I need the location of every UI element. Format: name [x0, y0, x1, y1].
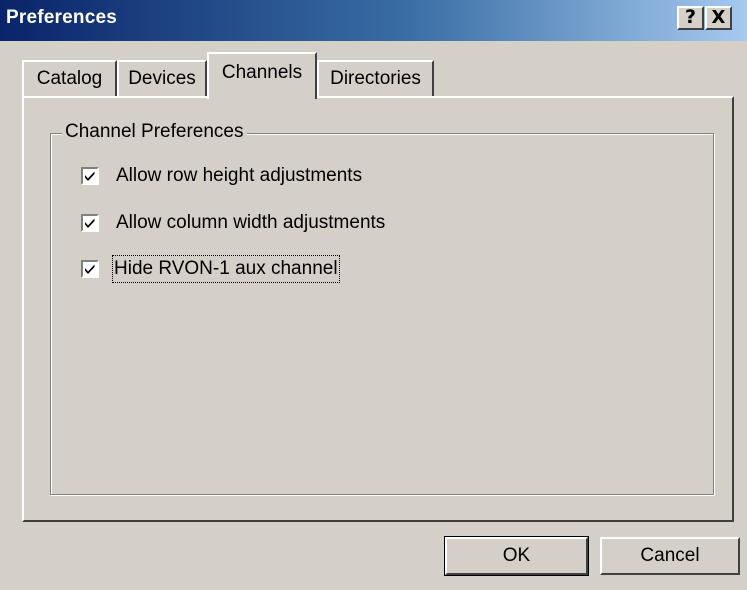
tab-channels[interactable]: Channels — [207, 52, 317, 99]
channel-preferences-group: Channel Preferences Allow row height adj… — [50, 121, 714, 495]
ok-button[interactable]: OK — [444, 536, 589, 576]
cancel-button[interactable]: Cancel — [600, 537, 740, 575]
tab-label: Directories — [330, 68, 421, 89]
checkbox-column-width[interactable] — [81, 214, 99, 232]
tab-catalog[interactable]: Catalog — [22, 60, 117, 98]
tab-label: Catalog — [36, 68, 103, 89]
tab-label: Channels — [221, 62, 303, 83]
preferences-dialog: Preferences ? X Catalog Devices Channels… — [0, 0, 747, 590]
tab-panel-channels: Channel Preferences Allow row height adj… — [22, 96, 734, 522]
tab-label: Devices — [128, 68, 196, 89]
checkmark-icon — [85, 264, 95, 274]
checkbox-label[interactable]: Hide RVON-1 aux channel — [112, 255, 340, 283]
checkmark-icon — [85, 218, 95, 228]
tab-devices[interactable]: Devices — [117, 60, 207, 98]
group-legend: Channel Preferences — [62, 121, 247, 143]
checkbox-row-height[interactable] — [81, 167, 99, 185]
checkbox-hide-aux[interactable] — [81, 260, 99, 278]
checkbox-label[interactable]: Allow row height adjustments — [116, 164, 362, 188]
checkbox-label[interactable]: Allow column width adjustments — [116, 211, 385, 235]
tab-strip: Catalog Devices Channels Directories — [0, 0, 747, 100]
checkmark-icon — [85, 171, 95, 181]
tab-directories[interactable]: Directories — [317, 60, 434, 98]
